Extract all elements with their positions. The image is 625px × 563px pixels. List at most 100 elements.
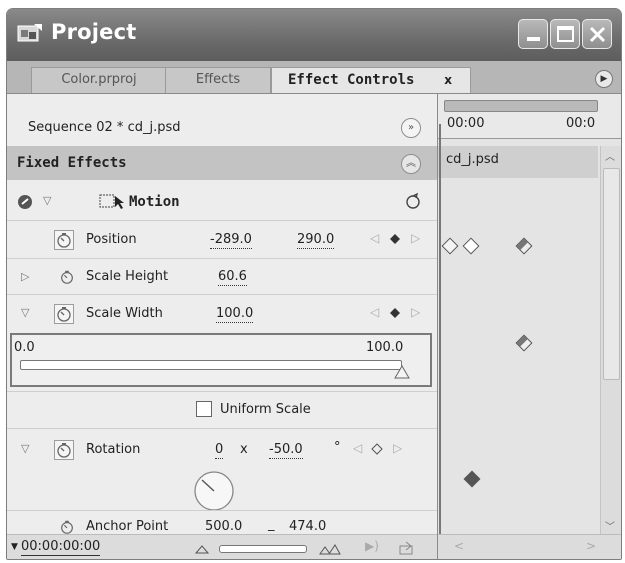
maximize-icon — [557, 26, 574, 42]
scale-width-slider-box: 0.0 100.0 — [10, 333, 432, 387]
divider — [7, 428, 437, 429]
motion-row: ▽ Motion — [7, 184, 437, 220]
fixed-effects-label: Fixed Effects — [17, 155, 127, 171]
scale-height-value[interactable]: 60.6 — [218, 269, 247, 286]
scale-width-expand-icon[interactable]: ▽ — [21, 306, 29, 320]
tab-effect-controls[interactable]: Effect Controls x — [271, 67, 471, 93]
zoom-slider[interactable] — [219, 545, 307, 553]
sequence-name: Sequence 02 * cd_j.psd — [28, 120, 181, 135]
footer-bar: ▼ 00:00:00:00 ▶) — [7, 534, 437, 559]
panel-tab-bar: Color.prproj Effects Effect Controls x ▶ — [7, 61, 621, 94]
clip-name: cd_j.psd — [446, 152, 499, 167]
work-area-bar[interactable] — [444, 100, 598, 112]
tab-label: Effect Controls — [288, 72, 415, 88]
export-icon[interactable] — [399, 541, 415, 555]
next-keyframe-icon[interactable]: ▷ — [411, 305, 420, 319]
scale-height-row: ▷ Scale Height 60.6 — [7, 260, 437, 294]
horizontal-scrollbar[interactable]: < > — [438, 534, 621, 559]
divider — [7, 510, 437, 511]
keyframe-diamond-icon[interactable] — [441, 237, 459, 255]
prev-keyframe-icon[interactable]: ◁ — [353, 441, 362, 455]
rotation-degrees-value[interactable]: -50.0 — [269, 442, 303, 459]
divider — [7, 294, 437, 295]
minimize-icon — [527, 37, 540, 41]
show-timeline-toggle[interactable]: » — [401, 118, 421, 138]
stopwatch-icon[interactable] — [54, 304, 74, 324]
scale-height-label: Scale Height — [86, 269, 169, 284]
close-icon — [589, 26, 606, 43]
keyframe-diamond-icon[interactable] — [515, 334, 533, 352]
anchor-point-x-value[interactable]: 500.0 — [205, 519, 242, 535]
divider — [7, 391, 437, 392]
close-button[interactable] — [582, 19, 612, 49]
minimize-button[interactable] — [518, 19, 548, 49]
tab-label: Effects — [195, 72, 241, 87]
panel-menu-icon[interactable]: ▶ — [595, 70, 613, 88]
rotation-label: Rotation — [86, 442, 141, 457]
stopwatch-icon[interactable] — [54, 230, 74, 250]
scale-width-slider-track[interactable] — [20, 360, 402, 370]
anchor-point-separator: _ — [268, 517, 275, 532]
maximize-button[interactable] — [550, 19, 580, 49]
zoom-out-icon[interactable] — [195, 544, 209, 554]
prev-keyframe-icon[interactable]: ◁ — [370, 305, 379, 319]
uniform-scale-label: Uniform Scale — [220, 402, 311, 417]
uniform-scale-checkbox[interactable] — [196, 401, 212, 417]
next-keyframe-icon[interactable]: ▷ — [393, 441, 402, 455]
scale-width-label: Scale Width — [86, 306, 163, 321]
footer-menu-icon[interactable]: ▼ — [11, 539, 18, 555]
motion-label: Motion — [129, 194, 180, 210]
tab-close-icon[interactable]: x — [444, 68, 452, 92]
effect-controls-panel: Sequence 02 * cd_j.psd » Fixed Effects ︽… — [7, 94, 437, 559]
next-keyframe-icon[interactable]: ▷ — [411, 231, 420, 245]
scroll-left-icon[interactable]: < — [454, 539, 464, 553]
slider-min-label: 0.0 — [14, 340, 35, 355]
vertical-scrollbar[interactable]: ︿ ﹀ — [600, 146, 621, 535]
keyframe-diamond-icon[interactable] — [515, 237, 533, 255]
stopwatch-icon[interactable] — [59, 269, 75, 285]
rotation-expand-icon[interactable]: ▽ — [21, 442, 29, 456]
current-timecode[interactable]: 00:00:00:00 — [21, 539, 101, 556]
tab-effects[interactable]: Effects — [165, 67, 271, 93]
add-keyframe-icon[interactable] — [389, 307, 401, 319]
add-keyframe-icon[interactable] — [389, 233, 401, 245]
scale-width-value[interactable]: 100.0 — [216, 306, 254, 323]
clip-bar: cd_j.psd — [438, 146, 598, 178]
current-time-indicator[interactable] — [439, 124, 441, 535]
motion-icon — [99, 194, 124, 209]
motion-expand-icon[interactable]: ▽ — [43, 194, 51, 208]
title-bar: Project — [7, 9, 621, 61]
scrollbar-thumb[interactable] — [603, 168, 620, 380]
scroll-right-icon[interactable]: > — [586, 539, 596, 553]
tab-project[interactable]: Color.prproj — [31, 67, 167, 93]
rotation-dial[interactable] — [193, 470, 235, 512]
uniform-scale-row: Uniform Scale — [7, 394, 437, 428]
collapse-toggle[interactable]: ︽ — [401, 154, 421, 174]
position-x-value[interactable]: -289.0 — [210, 232, 252, 249]
keyframe-diamond-icon[interactable] — [462, 237, 480, 255]
prev-keyframe-icon[interactable]: ◁ — [370, 231, 379, 245]
divider — [7, 220, 437, 221]
timeline-area: 00:00 00:0 cd_j.psd ︿ ﹀ < > — [437, 94, 621, 559]
time-start-label: 00:00 — [447, 116, 485, 131]
add-keyframe-icon[interactable] — [371, 443, 383, 455]
time-end-label: 00:0 — [566, 116, 596, 131]
rotation-turns-value[interactable]: 0 — [215, 442, 224, 459]
zoom-in-icon[interactable] — [319, 543, 341, 555]
position-y-value[interactable]: 290.0 — [297, 232, 335, 249]
stopwatch-icon[interactable] — [54, 440, 74, 460]
scroll-down-icon[interactable]: ﹀ — [605, 518, 615, 533]
scale-height-expand-icon[interactable]: ▷ — [21, 270, 29, 284]
stopwatch-icon[interactable] — [59, 519, 75, 535]
audio-icon[interactable]: ▶) — [365, 539, 379, 553]
rotation-row: ▽ Rotation 0 x -50.0 ° ◁ ▷ — [7, 430, 437, 512]
project-icon — [17, 24, 42, 42]
scroll-up-icon[interactable]: ︿ — [605, 148, 615, 163]
reset-icon[interactable] — [404, 192, 422, 210]
time-ruler[interactable]: 00:00 00:0 — [438, 94, 621, 139]
keyframe-diamond-icon[interactable] — [463, 470, 481, 488]
anchor-point-y-value[interactable]: 474.0 — [289, 519, 326, 535]
slider-thumb[interactable] — [394, 365, 410, 379]
window-title: Project — [51, 20, 137, 44]
fx-toggle-icon[interactable] — [17, 194, 33, 210]
